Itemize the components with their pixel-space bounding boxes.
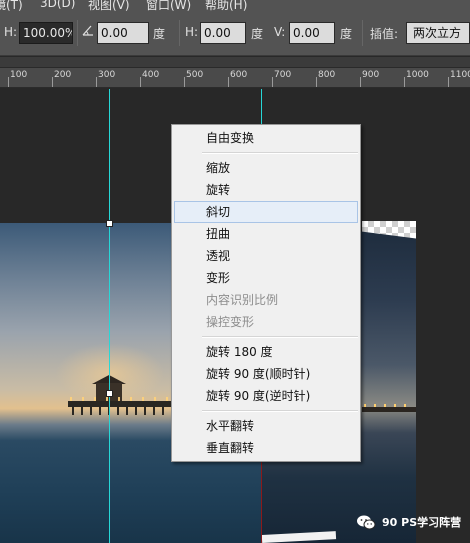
menu-item-flip-vertical[interactable]: 垂直翻转 (174, 437, 358, 459)
ruler-label: 900 (362, 70, 380, 80)
ruler-label: 200 (54, 70, 72, 80)
menu-help[interactable]: 帮助(H) (205, 0, 247, 12)
angle-icon (81, 23, 95, 40)
transform-context-menu: 自由变换 缩放 旋转 斜切 扭曲 透视 变形 内容识别比例 操控变形 旋转 18… (171, 124, 361, 462)
menu-item-distort[interactable]: 扭曲 (174, 223, 358, 245)
ruler-tick (184, 77, 185, 87)
menu-item-rotate-90-ccw[interactable]: 旋转 90 度(逆时针) (174, 385, 358, 407)
menu-window[interactable]: 窗口(W) (146, 0, 191, 12)
menu-view[interactable]: 视图(V) (88, 0, 130, 12)
transform-handle[interactable] (106, 390, 113, 397)
ruler-label: 800 (318, 70, 336, 80)
separator (362, 20, 363, 46)
menu-item-flip-horizontal[interactable]: 水平翻转 (174, 415, 358, 437)
hskew-unit: 度 (251, 27, 264, 41)
ruler-label: 600 (230, 70, 248, 80)
vertical-skew-field[interactable]: 0.00 (289, 22, 335, 44)
horizontal-skew-field[interactable]: 0.00 (200, 22, 246, 44)
menu-item-content-aware-scale: 内容识别比例 (206, 293, 279, 307)
ruler-label: 400 (142, 70, 160, 80)
ruler-tick (52, 77, 53, 87)
watermark-text: 90 PS学习阵营 (382, 516, 462, 529)
height-percent-field[interactable]: 100.00% (19, 22, 73, 44)
height-label: H: (4, 25, 18, 39)
ruler-tick (360, 77, 361, 87)
rotate-angle-field[interactable]: 0.00 (97, 22, 149, 44)
horizontal-ruler[interactable]: 100 200 300 400 500 600 700 800 900 1000… (0, 68, 470, 88)
menu-item-free-transform[interactable]: 自由变换 (174, 127, 358, 149)
pier-silhouette (362, 407, 416, 412)
ruler-tick (96, 77, 97, 87)
hskew-label: H: (185, 25, 199, 39)
guide-line[interactable] (109, 89, 110, 543)
ruler-tick (228, 77, 229, 87)
ruler-tick (316, 77, 317, 87)
pier-lights (70, 397, 176, 401)
vskew-unit: 度 (340, 27, 353, 41)
menu-item-skew[interactable]: 斜切 (174, 201, 358, 223)
menu-bar: 镜(T) 3D(D) 视图(V) 窗口(W) 帮助(H) (0, 0, 470, 12)
ruler-label: 300 (98, 70, 116, 80)
ruler-label: 1100 (450, 70, 470, 80)
pier-lights (364, 404, 414, 407)
wechat-icon (356, 515, 376, 530)
menu-item-warp[interactable]: 变形 (174, 267, 358, 289)
separator (179, 20, 180, 46)
menu-filter[interactable]: 镜(T) (0, 0, 23, 12)
menu-separator (202, 336, 358, 338)
ruler-tick (8, 77, 9, 87)
menu-item-perspective[interactable]: 透视 (174, 245, 358, 267)
menu-item-rotate-90-cw[interactable]: 旋转 90 度(顺时针) (174, 363, 358, 385)
ruler-label: 500 (186, 70, 204, 80)
menu-item-rotate[interactable]: 旋转 (174, 179, 358, 201)
menu-3d[interactable]: 3D(D) (40, 0, 75, 10)
menu-separator (202, 410, 358, 412)
interpolation-label: 插值: (370, 27, 399, 41)
ruler-tick (140, 77, 141, 87)
menu-item-rotate-180[interactable]: 旋转 180 度 (174, 341, 358, 363)
vskew-label: V: (274, 25, 286, 39)
menu-separator (202, 152, 358, 154)
ruler-label: 700 (274, 70, 292, 80)
angle-unit: 度 (153, 27, 166, 41)
interpolation-select[interactable]: 两次立方 (406, 22, 470, 44)
menu-item-scale[interactable]: 缩放 (174, 157, 358, 179)
ruler-tick (272, 77, 273, 87)
separator (77, 20, 78, 46)
ruler-tick (404, 77, 405, 87)
menu-item-puppet-warp: 操控变形 (206, 315, 255, 329)
ruler-label: 1000 (406, 70, 429, 80)
document-tab-bar (0, 57, 470, 68)
ruler-tick (448, 77, 449, 87)
pier-posts (72, 407, 172, 415)
options-bar: H: 100.00% 0.00 度 H: 0.00 度 V: 0.00 度 插值… (0, 12, 470, 56)
ruler-label: 100 (10, 70, 28, 80)
transform-handle[interactable] (106, 220, 113, 227)
